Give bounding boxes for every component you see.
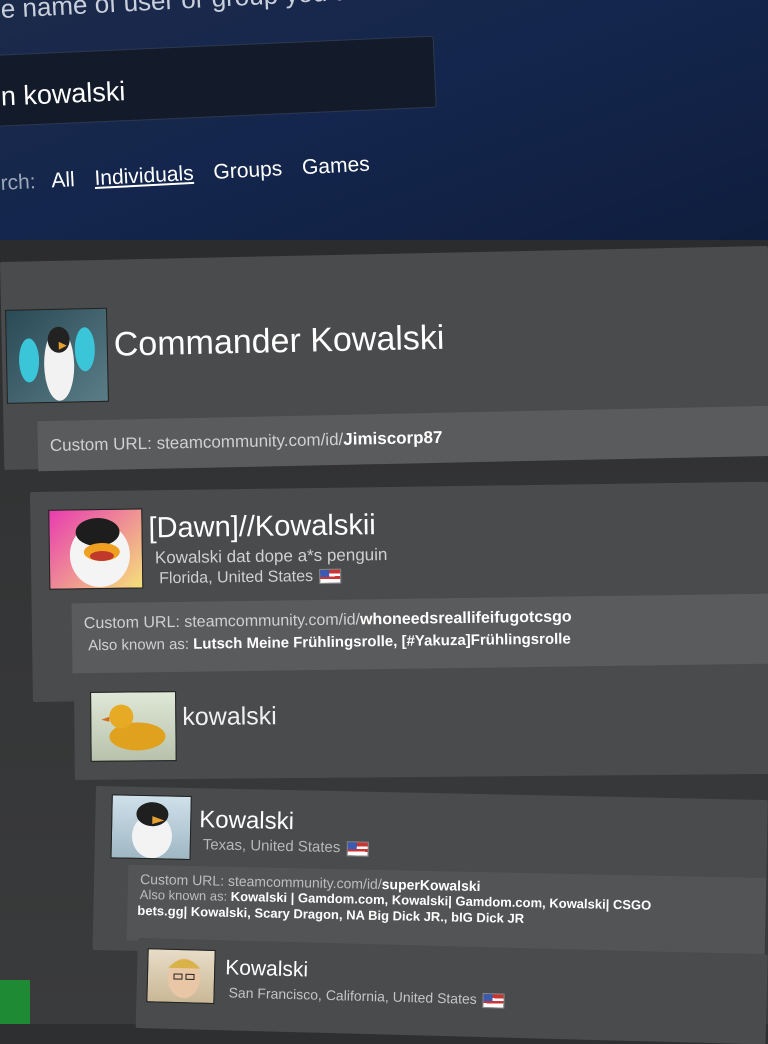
rubber-duck-icon[interactable]	[90, 691, 177, 762]
result-summary: Kowalski dat dope a*s penguin	[154, 545, 388, 568]
us-flag-icon	[482, 992, 505, 1009]
location-text: Florida, United States	[159, 568, 314, 588]
result-name[interactable]: Kowalski	[199, 806, 294, 836]
duck-cartoon-icon[interactable]	[48, 508, 144, 590]
aka-label: Also known as:	[139, 886, 228, 904]
aka-label: Also known as:	[88, 635, 190, 655]
result-location: San Francisco, California, United States	[228, 984, 505, 1009]
result-name[interactable]: [Dawn]//Kowalskii	[148, 509, 376, 545]
search-prompt: e name of user or group you are looking …	[0, 0, 507, 25]
search-filter-tabs: rch: All Individuals Groups Games	[0, 152, 384, 196]
result-name[interactable]: Commander Kowalski	[113, 319, 444, 365]
result-card[interactable]: kowalski	[74, 677, 768, 780]
result-card[interactable]: Kowalski Texas, United States Custom URL…	[92, 786, 768, 965]
location-text: Texas, United States	[202, 836, 341, 857]
aka-value: Lutsch Meine Frühlingsrolle, [#Yakuza]Fr…	[193, 630, 571, 653]
custom-url-id[interactable]: Jimiscorp87	[343, 428, 443, 449]
location-text: San Francisco, California, United States	[228, 984, 477, 1007]
custom-url-label: Custom URL: steamcommunity.com/id/	[49, 429, 344, 455]
search-header: e name of user or group you are looking …	[0, 0, 768, 250]
taskbar-edge	[0, 980, 30, 1024]
us-flag-icon	[318, 568, 342, 585]
penguin-portal-icon[interactable]	[5, 307, 109, 404]
custom-url-label: Custom URL: steamcommunity.com/id/	[83, 611, 361, 633]
filter-label: rch:	[0, 170, 37, 195]
search-input[interactable]: n kowalski	[0, 35, 437, 127]
result-card[interactable]: Commander Kowalski Custom URL: steamcomm…	[0, 245, 768, 472]
result-name[interactable]: Kowalski	[225, 956, 308, 982]
person-photo-icon[interactable]	[146, 948, 216, 1005]
tab-groups[interactable]: Groups	[213, 157, 283, 185]
us-flag-icon	[346, 840, 369, 857]
result-card[interactable]: [Dawn]//Kowalskii Kowalski dat dope a*s …	[30, 481, 768, 702]
result-card[interactable]: Kowalski San Francisco, California, Unit…	[135, 938, 768, 1044]
result-name[interactable]: kowalski	[182, 702, 277, 732]
penguin-icon[interactable]	[110, 794, 192, 860]
tab-games[interactable]: Games	[301, 153, 370, 181]
result-location: Texas, United States	[202, 836, 369, 857]
result-location: Florida, United States	[159, 568, 342, 589]
result-details: Custom URL: steamcommunity.com/id/whonee…	[71, 593, 768, 674]
tab-all[interactable]: All	[51, 168, 76, 193]
search-input-value[interactable]: n kowalski	[0, 76, 126, 112]
tab-individuals[interactable]: Individuals	[94, 162, 194, 191]
custom-url-id[interactable]: whoneedsreallifeifugotcsgo	[360, 608, 572, 628]
